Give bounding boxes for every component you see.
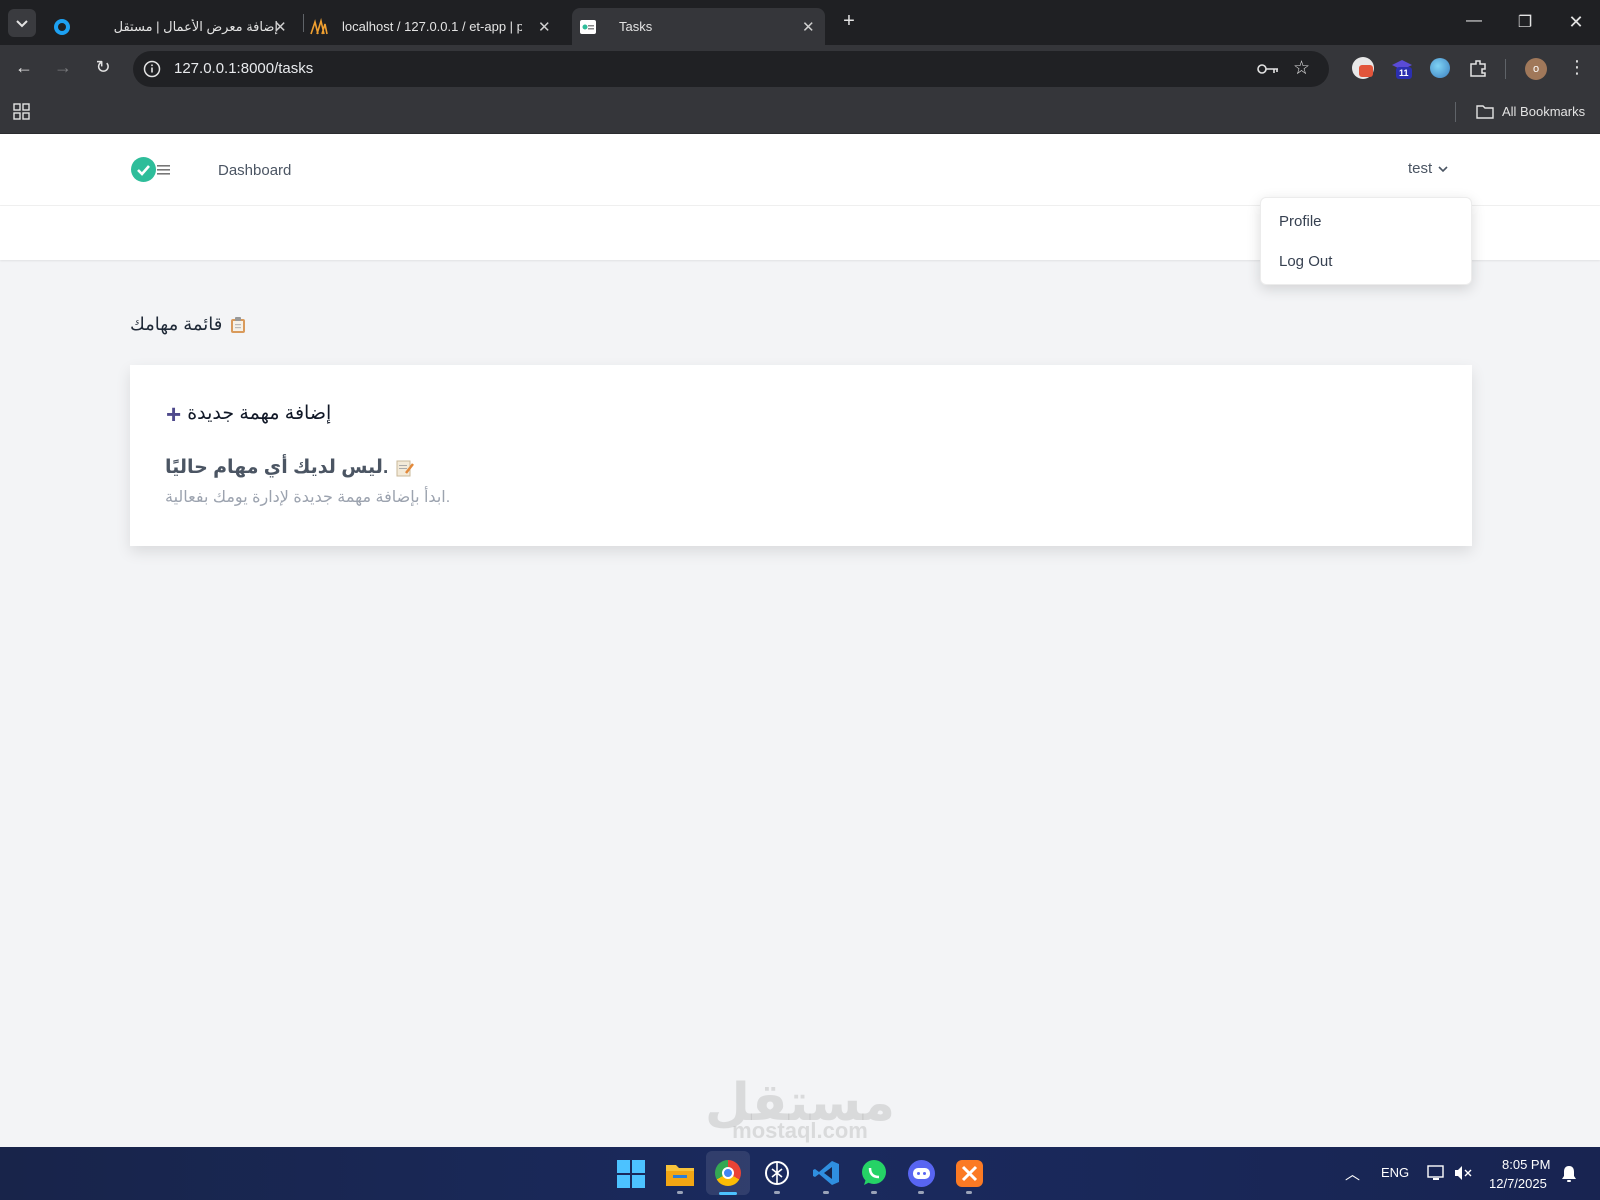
extension-icon-1[interactable] xyxy=(1352,57,1374,79)
tasks-card: + إضافة مهمة جديدة .ليس لديك أي مهام حال… xyxy=(130,365,1472,546)
tasks-favicon-icon xyxy=(580,19,596,34)
folder-icon xyxy=(1476,105,1494,119)
profile-menu-item[interactable]: Profile xyxy=(1279,213,1322,230)
apps-grid-icon[interactable] xyxy=(13,103,31,121)
active-indicator xyxy=(719,1192,737,1195)
tab-title: Tasks xyxy=(619,19,653,34)
chevron-down-icon xyxy=(1438,165,1448,172)
site-info-icon[interactable] xyxy=(143,60,161,78)
address-bar[interactable]: 127.0.0.1:8000/tasks ☆ xyxy=(133,51,1329,87)
all-bookmarks-button[interactable]: All Bookmarks xyxy=(1476,103,1585,119)
toolbar-divider xyxy=(1505,59,1506,79)
tab-search-button[interactable] xyxy=(8,9,36,37)
page-title-text: قائمة مهامك xyxy=(130,314,223,334)
tab-phpmyadmin[interactable]: localhost / 127.0.0.1 / et-app | p ✕ xyxy=(310,8,560,45)
notification-bell-icon[interactable] xyxy=(1561,1165,1577,1183)
app-navbar: Dashboard test xyxy=(0,134,1600,206)
mostaql-watermark: مستقل mostaql.com xyxy=(700,1074,900,1144)
clock-time[interactable]: 8:05 PM xyxy=(1502,1157,1550,1172)
running-indicator xyxy=(823,1191,829,1194)
user-dropdown-menu: Profile Log Out xyxy=(1260,197,1472,285)
xampp-logo-icon xyxy=(961,1165,978,1182)
browser-tab-bar: إضافة معرض الأعمال | مستقل ✕ localhost /… xyxy=(0,0,1600,45)
volume-muted-icon[interactable] xyxy=(1453,1164,1473,1182)
app-logo[interactable] xyxy=(131,157,156,182)
minimize-button[interactable]: — xyxy=(1459,12,1489,30)
language-indicator[interactable]: ENG xyxy=(1381,1165,1409,1180)
extension-icon-2[interactable]: 11 xyxy=(1390,57,1414,81)
running-indicator xyxy=(871,1191,877,1194)
password-key-icon[interactable] xyxy=(1257,62,1279,76)
tab-mostaql[interactable]: إضافة معرض الأعمال | مستقل ✕ xyxy=(48,8,298,45)
close-tab-icon[interactable]: ✕ xyxy=(274,18,287,36)
running-indicator xyxy=(677,1191,683,1194)
all-bookmarks-label: All Bookmarks xyxy=(1502,103,1586,119)
windows-taskbar: ︿ ENG 8:05 PM 12/7/2025 xyxy=(0,1147,1600,1200)
plus-icon: + xyxy=(166,398,182,429)
clock-date[interactable]: 12/7/2025 xyxy=(1489,1176,1547,1191)
new-tab-button[interactable]: + xyxy=(834,10,864,33)
extensions-puzzle-icon[interactable] xyxy=(1468,58,1488,78)
globe-extension-icon[interactable] xyxy=(1430,58,1450,78)
running-indicator xyxy=(918,1191,924,1194)
empty-state-title-text: .ليس لديك أي مهام حاليًا xyxy=(165,457,389,478)
empty-state-subtitle: .ابدأ بإضافة مهمة جديدة لإدارة يومك بفعا… xyxy=(165,489,451,506)
close-tab-icon[interactable]: ✕ xyxy=(802,18,815,36)
back-arrow-icon[interactable]: ← xyxy=(12,57,36,78)
profile-initial: o xyxy=(1532,63,1540,75)
tab-divider xyxy=(303,14,304,32)
dashboard-link[interactable]: Dashboard xyxy=(218,162,291,179)
list-lines-icon xyxy=(157,165,170,175)
chevron-down-icon xyxy=(16,20,28,28)
running-indicator xyxy=(774,1191,780,1194)
file-explorer-icon[interactable] xyxy=(665,1161,695,1187)
add-task-button[interactable]: + إضافة مهمة جديدة xyxy=(166,398,332,429)
extension-badge: 11 xyxy=(1396,67,1412,79)
xampp-icon[interactable] xyxy=(956,1160,983,1187)
memo-icon xyxy=(396,460,415,476)
tab-title: localhost / 127.0.0.1 / et-app | p xyxy=(342,19,522,34)
browser-toolbar: ← → ↻ 127.0.0.1:8000/tasks ☆ 11 o ⋮ xyxy=(0,45,1600,91)
windows-start-icon[interactable] xyxy=(617,1160,645,1188)
close-window-button[interactable]: ✕ xyxy=(1561,12,1591,33)
page-title: قائمة مهامك xyxy=(130,314,246,335)
user-name: test xyxy=(1408,160,1433,177)
checkmark-icon xyxy=(137,165,150,176)
mostaql-favicon-icon xyxy=(54,18,70,35)
forward-arrow-icon[interactable]: → xyxy=(51,57,75,78)
bookmark-star-icon[interactable]: ☆ xyxy=(1293,57,1310,80)
logout-menu-item[interactable]: Log Out xyxy=(1279,253,1332,270)
user-menu-trigger[interactable]: test xyxy=(1408,160,1448,177)
clipboard-icon xyxy=(231,316,246,333)
tab-tasks[interactable]: Tasks ✕ xyxy=(572,8,825,45)
url-text[interactable]: 127.0.0.1:8000/tasks xyxy=(174,60,313,77)
vscode-icon[interactable] xyxy=(812,1159,840,1187)
kebab-menu-icon[interactable]: ⋮ xyxy=(1565,57,1589,78)
reload-icon[interactable]: ↻ xyxy=(91,57,115,78)
restore-button[interactable]: ❐ xyxy=(1510,12,1540,32)
running-indicator xyxy=(966,1191,972,1194)
whatsapp-icon[interactable] xyxy=(860,1159,888,1187)
profile-avatar[interactable]: o xyxy=(1525,58,1547,80)
chatgpt-icon[interactable] xyxy=(763,1159,791,1187)
phpmyadmin-favicon-icon xyxy=(310,17,328,34)
bookmarks-bar: All Bookmarks xyxy=(0,91,1600,134)
web-page: Dashboard test Profile Log Out قائمة مها… xyxy=(0,134,1600,1147)
bookmarks-divider xyxy=(1455,102,1456,122)
network-icon[interactable] xyxy=(1427,1164,1447,1182)
empty-state-title: .ليس لديك أي مهام حاليًا xyxy=(165,456,415,479)
chrome-taskbar-icon[interactable] xyxy=(715,1160,741,1186)
close-tab-icon[interactable]: ✕ xyxy=(538,18,551,36)
add-task-label: إضافة مهمة جديدة xyxy=(187,403,332,424)
tray-overflow-icon[interactable]: ︿ xyxy=(1345,1163,1360,1184)
discord-icon[interactable] xyxy=(908,1160,935,1187)
tab-title: إضافة معرض الأعمال | مستقل xyxy=(113,18,278,34)
